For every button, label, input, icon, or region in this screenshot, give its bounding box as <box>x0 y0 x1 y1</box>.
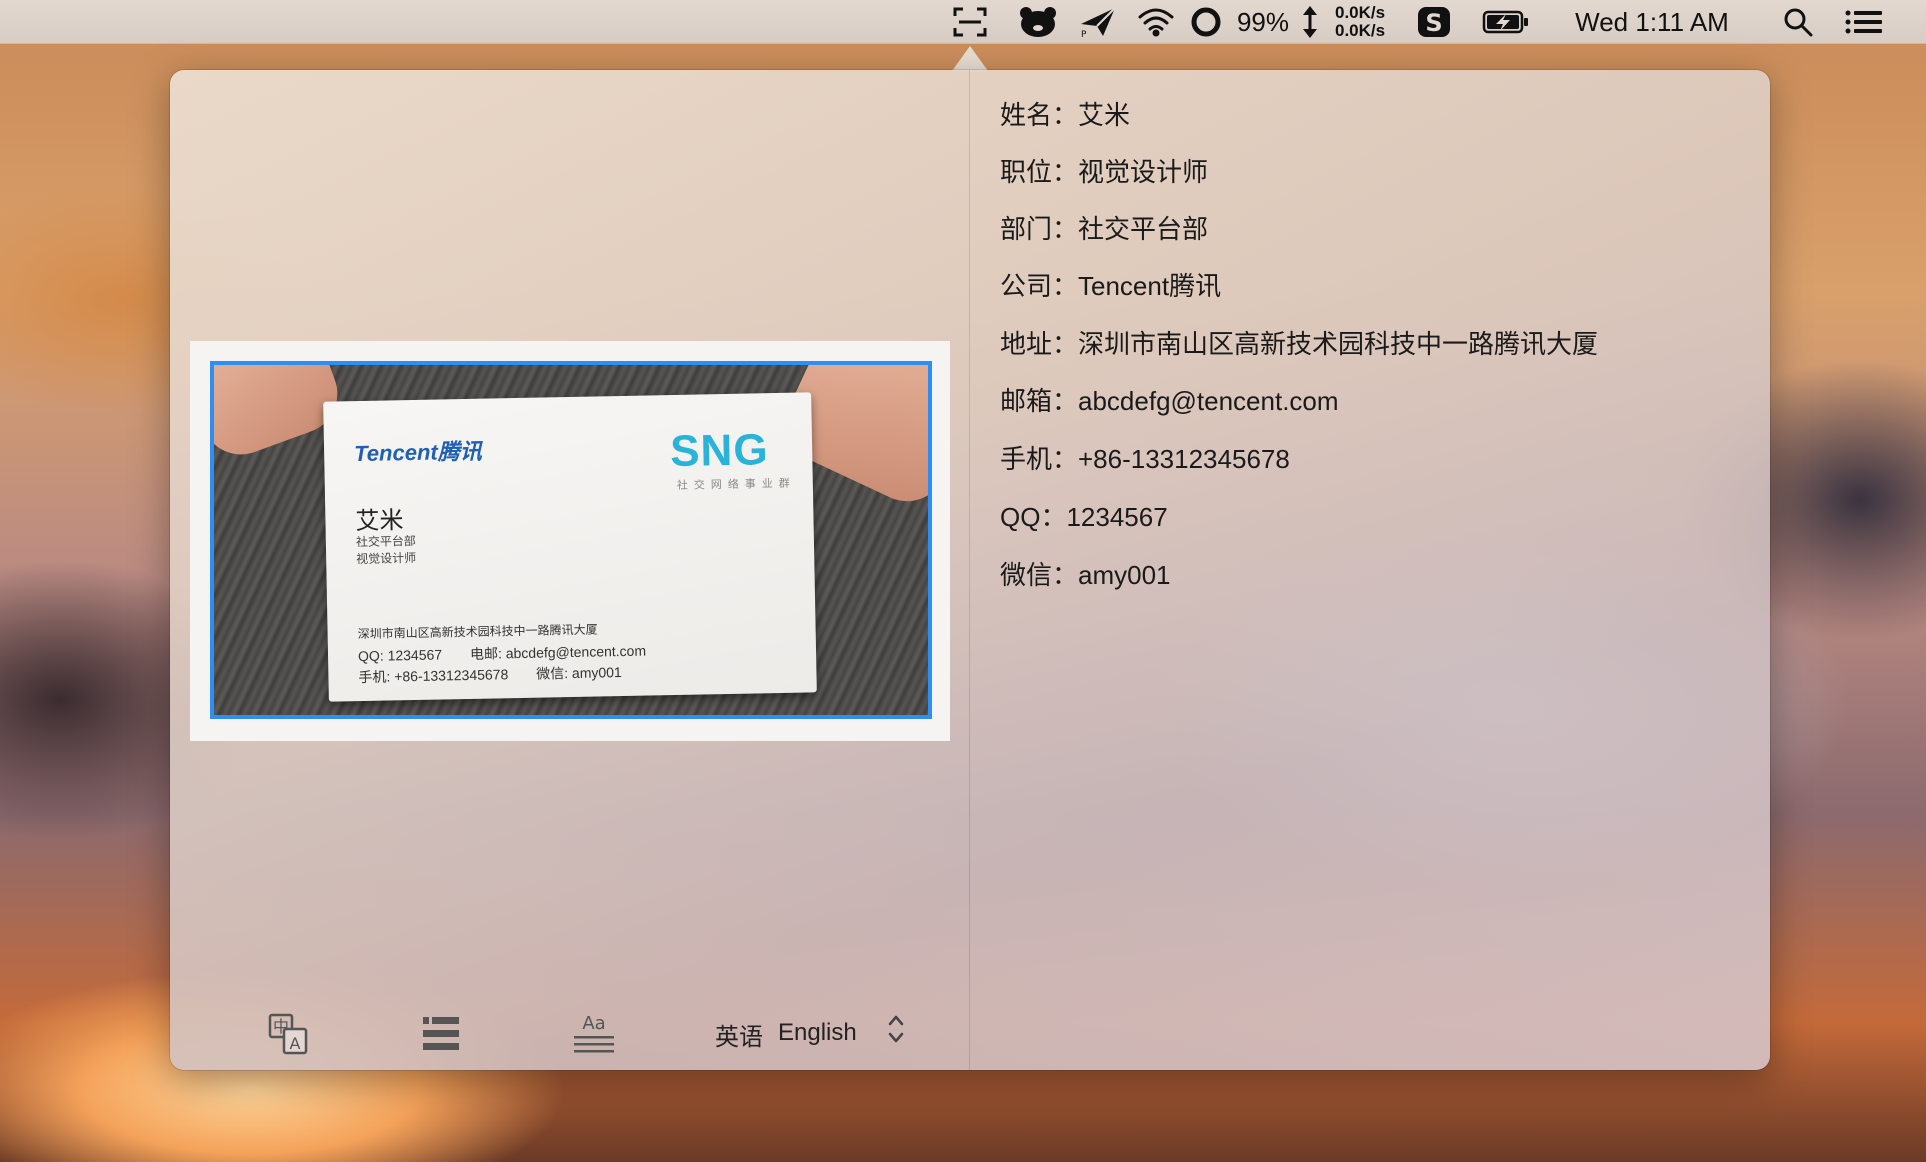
network-speed[interactable]: 0.0K/s 0.0K/s <box>1335 4 1385 40</box>
updown-arrow-icon <box>1298 0 1322 44</box>
sogou-s-icon[interactable]: S <box>1414 0 1454 44</box>
captured-image-frame: Tencent腾讯 SNG 社交网络事业群 艾米 社交平台部 视觉设计师 深圳市… <box>190 341 950 741</box>
result-qq[interactable]: QQ：1234567 <box>1000 497 1168 534</box>
language-label-cn[interactable]: 英语 <box>715 1017 763 1052</box>
card-department: 社交平台部 <box>355 533 417 550</box>
card-wechat: 微信: amy001 <box>536 664 622 682</box>
wifi-icon[interactable] <box>1134 0 1178 44</box>
notification-list-icon[interactable] <box>1842 0 1886 44</box>
result-company[interactable]: 公司：Tencent腾讯 <box>1000 266 1221 303</box>
svg-text:S: S <box>1425 9 1442 37</box>
language-label-en[interactable]: English <box>778 1019 857 1047</box>
card-qq: QQ: 1234567 <box>357 646 443 665</box>
result-wechat[interactable]: 微信：amy001 <box>1000 555 1171 592</box>
result-address[interactable]: 地址：深圳市南山区高新技术园科技中一路腾讯大厦 <box>1000 324 1598 361</box>
net-up-text: 0.0K/s <box>1335 3 1386 22</box>
popover-arrow <box>952 46 988 71</box>
card-email: 电邮: abcdefg@tencent.com <box>469 642 647 662</box>
list-icon[interactable] <box>419 1012 463 1056</box>
translate-icon[interactable]: 中 A <box>266 1012 310 1056</box>
istat-ring-icon[interactable] <box>1188 0 1224 44</box>
clock[interactable]: Wed 1:11 AM <box>1562 0 1742 44</box>
menu-bar: P 99% 0.0K/s 0.0K/s S Wed 1:11 AM <box>0 0 1926 44</box>
battery-percent: 99% <box>1232 0 1294 44</box>
battery-percent-text: 99% <box>1236 6 1290 37</box>
card-title: 视觉设计师 <box>356 550 417 567</box>
card-address: 深圳市南山区高新技术园科技中一路腾讯大厦 <box>357 622 598 642</box>
result-position[interactable]: 职位：视觉设计师 <box>1000 152 1208 189</box>
ocr-result-panel: Tencent腾讯 SNG 社交网络事业群 艾米 社交平台部 视觉设计师 深圳市… <box>170 70 1770 1070</box>
result-phone[interactable]: 手机：+86-13312345678 <box>1000 439 1290 476</box>
clock-text: Wed 1:11 AM <box>1575 6 1729 37</box>
screenshot-ocr-icon[interactable] <box>948 0 992 44</box>
spotlight-search-icon[interactable] <box>1778 0 1818 44</box>
text-format-icon[interactable]: Aa <box>572 1012 616 1056</box>
net-down-text: 0.0K/s <box>1335 21 1386 40</box>
card-row-phone-wechat: 手机: +86-13312345678 微信: amy001 <box>358 662 622 687</box>
card-name: 艾米 <box>355 507 404 536</box>
language-chevron-icon[interactable] <box>886 1013 906 1050</box>
svg-text:中: 中 <box>273 1017 289 1036</box>
bear-icon[interactable] <box>1016 0 1060 44</box>
result-email[interactable]: 邮箱：abcdefg@tencent.com <box>1000 381 1339 418</box>
card-phone: 手机: +86-13312345678 <box>358 666 509 686</box>
svg-text:P: P <box>1081 30 1087 38</box>
card-brand: Tencent腾讯 <box>353 438 482 467</box>
svg-text:Aa: Aa <box>582 1013 605 1034</box>
card-logo-subtitle: 社交网络事业群 <box>676 477 796 492</box>
card-logo: SNG <box>669 425 769 477</box>
card-selection-region[interactable]: Tencent腾讯 SNG 社交网络事业群 艾米 社交平台部 视觉设计师 深圳市… <box>210 361 932 719</box>
result-department[interactable]: 部门：社交平台部 <box>1000 209 1208 246</box>
panel-divider <box>969 70 970 1070</box>
business-card: Tencent腾讯 SNG 社交网络事业群 艾米 社交平台部 视觉设计师 深圳市… <box>323 392 817 702</box>
battery-charging-icon[interactable] <box>1480 0 1532 44</box>
result-name[interactable]: 姓名：艾米 <box>1000 95 1130 132</box>
svg-text:A: A <box>290 1034 301 1053</box>
paper-plane-icon[interactable]: P <box>1076 0 1120 44</box>
